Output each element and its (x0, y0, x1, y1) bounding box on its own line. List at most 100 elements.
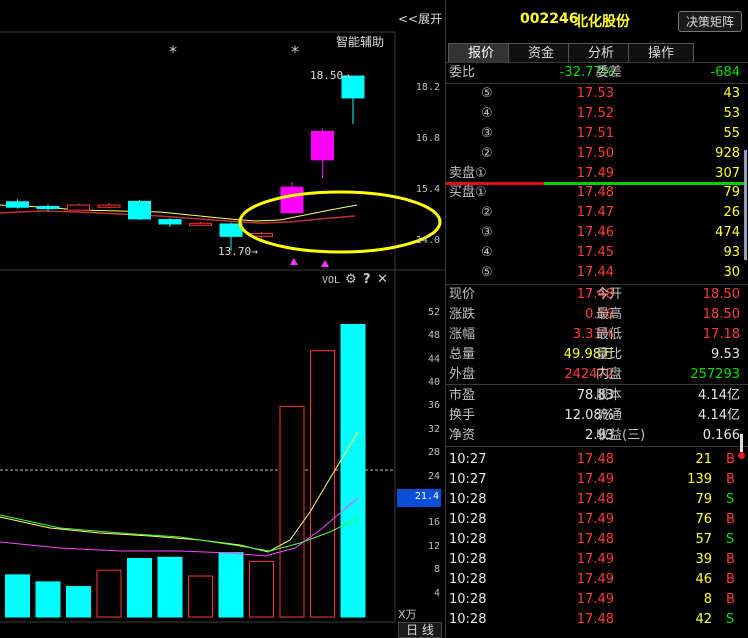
bid-volume: 474 (715, 225, 740, 240)
cursor-value: 21.4 (414, 491, 439, 502)
quote-label: 外盘 (449, 367, 476, 382)
vol-indicator-label: VOL (322, 275, 341, 286)
candle (219, 223, 243, 237)
quote-value: 18.50 (702, 307, 740, 322)
fundamental-label: 净资 (449, 428, 476, 443)
price-axis-label: 15.4 (415, 184, 440, 195)
tick-side: B (726, 452, 735, 467)
quote-label: 今开 (596, 287, 623, 302)
ask-price[interactable]: 17.52 (546, 104, 614, 124)
gear-icon[interactable]: ⚙ (345, 272, 357, 287)
tab-analysis[interactable]: 分析 (568, 43, 634, 62)
tick-price: 17.49 (576, 472, 614, 487)
quote-row: 涨跌 0.56 最高 18.50 (446, 305, 746, 325)
candle (67, 204, 90, 211)
tick-scrollbar-track[interactable] (740, 434, 743, 452)
bid-price[interactable]: 17.48 (546, 183, 614, 203)
ask-level-label: ⑤ (481, 86, 493, 101)
tab-quote[interactable]: 报价 (448, 43, 514, 62)
tick-price: 17.48 (576, 452, 614, 467)
star-marker: * (169, 42, 177, 61)
help-icon[interactable]: ? (363, 272, 371, 287)
tick-time: 10:28 (449, 512, 487, 527)
orderbook-scrollbar[interactable] (744, 150, 747, 260)
volume-bar (127, 557, 152, 618)
candle (280, 186, 304, 214)
tick-side: S (726, 532, 735, 547)
bid-row: 买盘① 17.48 79 (446, 183, 746, 203)
tick-price: 17.49 (576, 512, 614, 527)
tick-volume: 139 (687, 472, 712, 487)
tick-row: 10:28 17.49 76 B (446, 510, 746, 530)
tick-price: 17.48 (576, 612, 614, 627)
quote-label: 最低 (596, 327, 623, 342)
ask-volume: 307 (715, 166, 740, 181)
tick-price: 17.48 (576, 492, 614, 507)
tick-time: 10:28 (449, 572, 487, 587)
fundamental-row: 换手 12.08% 流通 4.14亿 (446, 406, 746, 426)
bid-row: ② 17.47 26 (446, 203, 746, 223)
quote-label: 量比 (596, 347, 623, 362)
quote-value: 257293 (690, 367, 740, 382)
quote-value: 9.53 (711, 347, 740, 362)
fundamental-row: 净资 2.93 收益(三) 0.166 (446, 426, 746, 446)
tick-side: B (726, 552, 735, 567)
tick-price: 17.49 (576, 572, 614, 587)
price-axis-label: 16.8 (415, 133, 440, 144)
bid-price[interactable]: 17.44 (546, 263, 614, 283)
tick-side: B (726, 572, 735, 587)
tick-time: 10:27 (449, 452, 487, 467)
tick-price: 17.48 (576, 532, 614, 547)
volume-axis-label: 16 (427, 517, 440, 529)
tick-side: B (726, 592, 735, 607)
candle (97, 204, 121, 208)
tick-scrollbar-thumb[interactable] (738, 452, 745, 459)
fundamental-label: 股本 (596, 388, 623, 403)
tick-row: 10:28 17.48 79 S (446, 490, 746, 510)
ask-row: ② 17.50 928 (446, 144, 746, 164)
ask-price[interactable]: 17.50 (546, 144, 614, 164)
weibi-label: 委比 (449, 65, 476, 80)
bid-price[interactable]: 17.45 (546, 243, 614, 263)
tick-time: 10:28 (449, 612, 487, 627)
ask-volume: 43 (723, 86, 740, 101)
ask-level-label: ③ (481, 126, 493, 141)
tick-volume: 8 (703, 592, 712, 607)
bid-level-label: ⑤ (481, 265, 493, 280)
volume-bar (279, 405, 305, 618)
volume-bar (35, 581, 61, 618)
tab-operate[interactable]: 操作 (628, 43, 694, 62)
tick-row: 10:28 17.49 46 B (446, 570, 746, 590)
quote-row: 总量 49.98万 量比 9.53 (446, 345, 746, 365)
fundamental-label: 换手 (449, 408, 476, 423)
ask-row: ⑤ 17.53 43 (446, 84, 746, 104)
chart-canvas[interactable] (0, 0, 445, 638)
ask-price[interactable]: 17.51 (546, 124, 614, 144)
quote-label: 最高 (596, 307, 623, 322)
kline-chart-panel[interactable]: <<展开 智能辅助 * * 18.50→ 13.70→ 18.2 16.8 15… (0, 0, 445, 638)
tick-row: 10:28 17.48 42 S (446, 610, 746, 630)
volume-bar (310, 350, 335, 618)
bid-price[interactable]: 17.46 (546, 223, 614, 243)
expand-button[interactable]: <<展开 (398, 10, 442, 27)
bid-level-label: ③ (481, 225, 493, 240)
smart-assist-label[interactable]: 智能辅助 (336, 33, 384, 50)
decision-matrix-button[interactable]: 决策矩阵 (678, 11, 742, 32)
fundamental-label: 收益(三) (596, 428, 646, 443)
tick-volume: 79 (695, 492, 712, 507)
tick-row: 10:28 17.49 8 B (446, 590, 746, 610)
ask-price[interactable]: 17.49 (546, 164, 614, 184)
quote-label: 涨幅 (449, 327, 476, 342)
volume-bar (188, 575, 213, 618)
ask-row: ④ 17.52 53 (446, 104, 746, 124)
tick-side: S (726, 492, 735, 507)
ask-price[interactable]: 17.53 (546, 84, 614, 104)
weibi-row: 委比 -32.77% 委差 -684 (446, 63, 746, 83)
tab-funds[interactable]: 资金 (508, 43, 574, 62)
ask-row: 卖盘① 17.49 307 (446, 164, 746, 184)
close-icon[interactable]: ✕ (377, 272, 388, 287)
tick-time: 10:28 (449, 552, 487, 567)
bid-price[interactable]: 17.47 (546, 203, 614, 223)
period-tab[interactable]: 日 线 (398, 622, 442, 638)
tick-row: 10:27 17.48 21 B (446, 450, 746, 470)
